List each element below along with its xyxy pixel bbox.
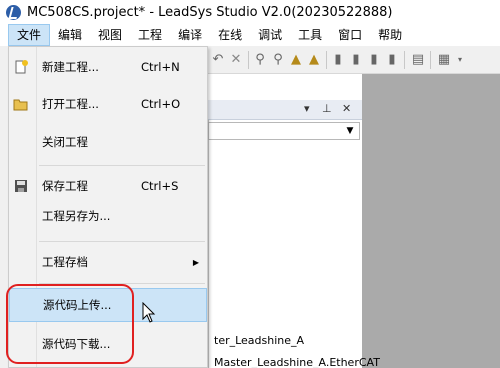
menu-tools[interactable]: 工具 [290, 24, 330, 46]
menu-window[interactable]: 窗口 [330, 24, 370, 46]
toolbar-separator [248, 51, 249, 69]
find-icon[interactable]: ⚲ [252, 52, 268, 68]
menu-view[interactable]: 视图 [90, 24, 130, 46]
bookmark-next-icon[interactable]: ▮ [366, 52, 382, 68]
menu-edit[interactable]: 编辑 [50, 24, 90, 46]
menu-item-new-project[interactable]: 新建工程... Ctrl+N [9, 55, 207, 79]
app-logo-icon [6, 4, 21, 20]
window-title: MC508CS.project* - LeadSys Studio V2.0(2… [27, 4, 393, 20]
replace-icon[interactable]: ▲ [288, 52, 304, 68]
grid-icon[interactable]: ▦ [436, 52, 452, 68]
find-in-files-icon[interactable]: ▲ [306, 52, 322, 68]
menu-help[interactable]: 帮助 [370, 24, 410, 46]
menu-separator [39, 241, 205, 242]
submenu-arrow-icon: ▶ [192, 257, 199, 267]
menu-item-shortcut: Ctrl+S [141, 179, 179, 193]
delete-icon[interactable]: ✕ [228, 52, 244, 68]
mouse-cursor-icon [142, 302, 156, 323]
close-icon[interactable]: ✕ [342, 102, 351, 115]
chevron-down-icon[interactable]: ▼ [343, 124, 357, 138]
menu-online[interactable]: 在线 [210, 24, 250, 46]
open-folder-icon [13, 99, 28, 111]
menu-compile[interactable]: 编译 [170, 24, 210, 46]
menu-item-open-project[interactable]: 打开工程... Ctrl+O [9, 92, 207, 116]
menu-file[interactable]: 文件 [8, 24, 51, 46]
panel-header: ▾ ⊥ ✕ [208, 100, 362, 120]
editor-workspace [362, 74, 500, 368]
menu-item-label: 工程另存为... [42, 209, 111, 223]
bookmark-clear-icon[interactable]: ▮ [384, 52, 400, 68]
menu-item-label: 工程存档 [42, 255, 88, 269]
grid-dropdown-icon[interactable]: ▾ [452, 52, 468, 68]
new-file-icon [15, 60, 28, 74]
menu-item-label: 新建工程... [42, 60, 99, 74]
annotation-highlight [6, 284, 134, 364]
bookmark-prev-icon[interactable]: ▮ [348, 52, 364, 68]
find-next-icon[interactable]: ⚲ [270, 52, 286, 68]
toolbar: ↶ ✕ ⚲ ⚲ ▲ ▲ ▮ ▮ ▮ ▮ ▤ ▦ ▾ [208, 46, 500, 74]
bookmark-icon[interactable]: ▮ [330, 52, 346, 68]
menu-bar: 文件 编辑 视图 工程 编译 在线 调试 工具 窗口 帮助 [0, 24, 500, 46]
undo-icon[interactable]: ↶ [210, 52, 226, 68]
toolbar-separator [326, 51, 327, 69]
menu-item-shortcut: Ctrl+O [141, 97, 181, 111]
tree-item[interactable]: ter_Leadshine_A [214, 334, 304, 347]
panel-combo[interactable]: ▼ [208, 122, 360, 140]
toolbar-separator [404, 51, 405, 69]
title-bar: MC508CS.project* - LeadSys Studio V2.0(2… [0, 0, 500, 24]
menu-item-shortcut: Ctrl+N [141, 60, 180, 74]
save-icon [15, 180, 27, 192]
panel-menu-icon[interactable]: ▾ [304, 102, 310, 115]
menu-item-label: 打开工程... [42, 97, 99, 111]
menu-item-archive[interactable]: 工程存档 ▶ [9, 250, 207, 274]
pin-icon[interactable]: ⊥ [322, 102, 332, 115]
comment-icon[interactable]: ▤ [410, 52, 426, 68]
project-tree-panel [208, 100, 362, 368]
tree-item[interactable]: Master_Leadshine_A.EtherCAT [214, 356, 380, 368]
menu-item-save-as[interactable]: 工程另存为... [9, 204, 207, 228]
menu-item-label: 保存工程 [42, 179, 88, 193]
menu-separator [39, 165, 205, 166]
menu-item-label: 关闭工程 [42, 135, 88, 149]
menu-item-close-project[interactable]: 关闭工程 [9, 130, 207, 154]
menu-item-save-project[interactable]: 保存工程 Ctrl+S [9, 174, 207, 198]
menu-project[interactable]: 工程 [130, 24, 170, 46]
toolbar-separator [430, 51, 431, 69]
menu-debug[interactable]: 调试 [250, 24, 290, 46]
